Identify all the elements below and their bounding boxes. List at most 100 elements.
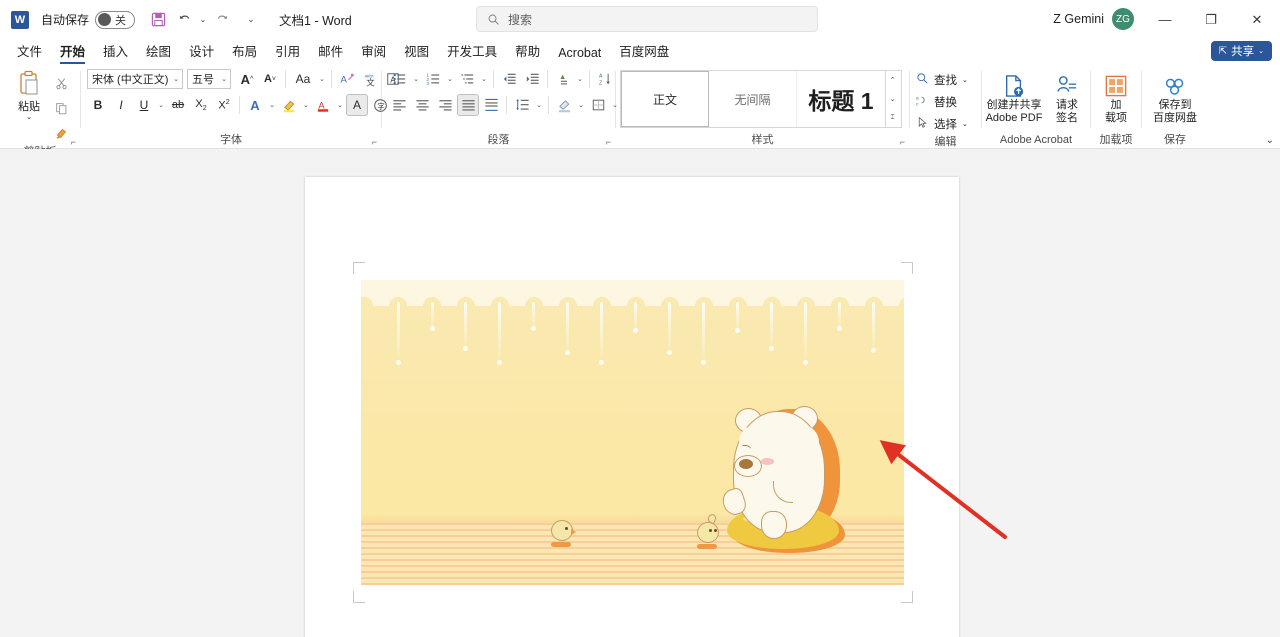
align-center-icon[interactable] — [411, 94, 433, 116]
chevron-down-icon[interactable]: ⌄ — [962, 120, 968, 128]
borders-icon[interactable] — [587, 94, 609, 116]
styles-scroll-down-button[interactable]: ⌄ — [886, 90, 899, 109]
shrink-font-button[interactable]: A ˅ — [259, 68, 281, 90]
sort-az-icon[interactable]: A Z — [594, 68, 616, 90]
sort-icon[interactable] — [552, 68, 574, 90]
addins-button[interactable]: 加 载项 — [1094, 70, 1138, 125]
phonetic-guide-button[interactable]: wén 文 — [359, 68, 381, 90]
autosave-toggle[interactable]: 关 — [95, 10, 136, 29]
font-size-combobox[interactable]: 五号 ⌄ — [187, 69, 231, 89]
line-spacing-icon[interactable] — [511, 94, 533, 116]
format-painter-button[interactable] — [50, 122, 72, 144]
light-streak — [600, 302, 603, 364]
inserted-picture[interactable] — [361, 280, 904, 585]
distribute-icon[interactable] — [480, 94, 502, 116]
chevron-down-icon[interactable]: ⌄ — [156, 101, 166, 109]
tab-developer[interactable]: 开发工具 — [438, 39, 506, 65]
tab-file[interactable]: 文件 — [8, 39, 51, 65]
text-highlight-color-button[interactable] — [278, 94, 300, 116]
clear-formatting-button[interactable]: A — [336, 68, 358, 90]
chevron-down-icon[interactable]: ⌄ — [479, 75, 489, 83]
style-item-heading-1[interactable]: 标题 1 — [797, 71, 885, 127]
account-area[interactable]: Z Gemini ZG — [1053, 8, 1134, 30]
tab-layout[interactable]: 布局 — [223, 39, 266, 65]
create-share-adobe-pdf-button[interactable]: 创建并共享 Adobe PDF — [985, 70, 1043, 125]
decrease-indent-icon[interactable] — [498, 68, 520, 90]
chevron-down-icon[interactable]: ⌄ — [962, 76, 968, 84]
restore-button[interactable]: ❐ — [1188, 0, 1234, 39]
increase-indent-icon[interactable] — [521, 68, 543, 90]
save-icon[interactable] — [145, 8, 171, 32]
styles-scroll-up-button[interactable]: ⌃ — [886, 71, 899, 90]
chevron-down-icon[interactable]: ⌄ — [411, 75, 421, 83]
styles-dialog-launcher[interactable]: ⌐ — [900, 137, 905, 147]
grow-font-button[interactable]: A ^ — [236, 68, 258, 90]
subscript-button[interactable]: X2 — [190, 94, 212, 116]
text-effects-button[interactable]: A — [244, 94, 266, 116]
chevron-down-icon[interactable]: ⌄ — [576, 101, 586, 109]
shading-icon[interactable] — [553, 94, 575, 116]
character-shading-button[interactable]: A — [346, 94, 368, 116]
numbering-icon[interactable]: 1 2 3 — [422, 68, 444, 90]
tab-draw[interactable]: 绘图 — [137, 39, 180, 65]
strikethrough-button[interactable]: ab — [167, 94, 189, 116]
font-name-combobox[interactable]: 宋体 (中文正文) ⌄ — [87, 69, 183, 89]
underline-button[interactable]: U — [133, 94, 155, 116]
share-button[interactable]: ⇱ 共享 ⌄ — [1210, 41, 1272, 61]
chevron-down-icon[interactable]: ⌄ — [267, 101, 277, 109]
undo-icon[interactable] — [171, 8, 197, 32]
chevron-down-icon[interactable]: ⌄ — [575, 75, 585, 83]
bold-button[interactable]: B — [87, 94, 109, 116]
find-button[interactable]: 查找 ⌄ — [916, 70, 968, 90]
avatar[interactable]: ZG — [1112, 8, 1134, 30]
multilevel-list-icon[interactable] — [456, 68, 478, 90]
paragraph-dialog-launcher[interactable]: ⌐ — [606, 137, 611, 147]
superscript-button[interactable]: X2 — [213, 94, 235, 116]
collapse-ribbon-button[interactable]: ⌄ — [1266, 135, 1274, 146]
style-item-normal[interactable]: 正文 — [621, 71, 709, 127]
tab-acrobat[interactable]: Acrobat — [549, 44, 610, 65]
tab-design[interactable]: 设计 — [180, 39, 223, 65]
style-item-no-spacing[interactable]: 无间隔 — [709, 71, 797, 127]
replace-button[interactable]: a c 替换 — [916, 92, 957, 112]
chevron-down-icon[interactable]: ⌄ — [335, 101, 345, 109]
save-baidu-line2: 百度网盘 — [1153, 112, 1197, 124]
chevron-down-icon[interactable]: ⌄ — [317, 75, 327, 83]
tab-insert[interactable]: 插入 — [94, 39, 137, 65]
tab-home[interactable]: 开始 — [51, 39, 94, 65]
document-canvas[interactable] — [0, 149, 1280, 637]
font-dialog-launcher[interactable]: ⌐ — [372, 137, 377, 147]
select-button[interactable]: 选择 ⌄ — [916, 114, 968, 134]
align-right-icon[interactable] — [434, 94, 456, 116]
chevron-down-icon[interactable]: ⌄ — [445, 75, 455, 83]
tab-references[interactable]: 引用 — [266, 39, 309, 65]
paste-caret-icon[interactable]: ⌄ — [26, 114, 32, 121]
copy-button[interactable] — [50, 97, 72, 119]
search-input[interactable]: 搜索 — [476, 6, 818, 32]
bullets-icon[interactable] — [388, 68, 410, 90]
tab-review[interactable]: 审阅 — [352, 39, 395, 65]
italic-button[interactable]: I — [110, 94, 132, 116]
close-button[interactable]: ✕ — [1234, 0, 1280, 39]
paste-button[interactable]: 粘贴 ⌄ — [8, 68, 50, 121]
tab-view[interactable]: 视图 — [395, 39, 438, 65]
clipboard-dialog-launcher[interactable]: ⌐ — [71, 137, 76, 147]
align-left-icon[interactable] — [388, 94, 410, 116]
minimize-button[interactable]: — — [1142, 0, 1188, 39]
font-color-button[interactable]: A — [312, 94, 334, 116]
undo-dropdown-icon[interactable]: ⌄ — [197, 8, 209, 32]
tab-mailings[interactable]: 邮件 — [309, 39, 352, 65]
save-to-baidu-netdisk-button[interactable]: 保存到 百度网盘 — [1144, 70, 1206, 125]
request-signature-button[interactable]: 请求 签名 — [1047, 70, 1087, 125]
change-case-button[interactable]: Aa — [290, 68, 316, 90]
justify-icon[interactable] — [457, 94, 479, 116]
document-page[interactable] — [305, 177, 959, 637]
styles-more-button[interactable]: ⌶ — [886, 108, 899, 127]
tab-help[interactable]: 帮助 — [506, 39, 549, 65]
customize-quick-access-toolbar-icon[interactable]: ⌄ — [241, 8, 261, 32]
chevron-down-icon[interactable]: ⌄ — [534, 101, 544, 109]
redo-icon[interactable] — [209, 8, 235, 32]
chevron-down-icon[interactable]: ⌄ — [301, 101, 311, 109]
cut-button[interactable] — [50, 72, 72, 94]
tab-baidu-netdisk[interactable]: 百度网盘 — [610, 39, 678, 65]
